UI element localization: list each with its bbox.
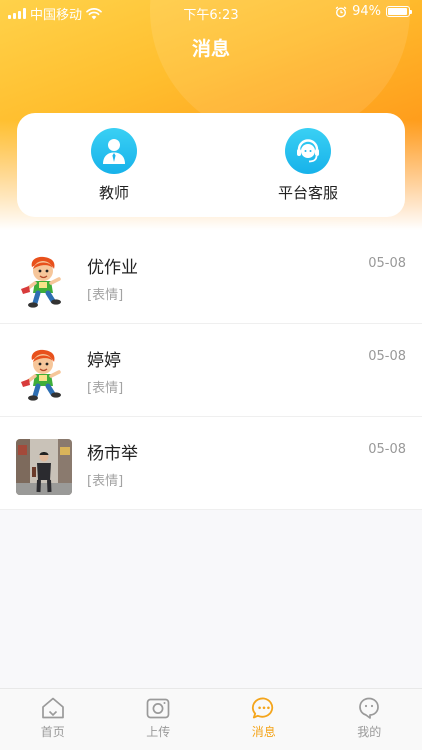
customer-service-label: 平台客服 [277, 183, 338, 202]
message-bubble-icon [251, 697, 273, 719]
cartoon-boy-avatar [16, 253, 72, 309]
page-title: 消息 [191, 38, 230, 60]
conversation-preview: [表情] [87, 474, 124, 489]
camera-icon [146, 698, 170, 719]
quick-actions-card: 教师 平台客服 [17, 113, 405, 217]
tab-upload-label: 上传 [146, 725, 171, 739]
teacher-person-icon [91, 127, 137, 174]
conversation-date: 05-08 [368, 349, 406, 364]
tab-upload[interactable]: 上传 [106, 689, 212, 750]
conversation-name: 优作业 [87, 258, 138, 278]
alarm-clock-icon [335, 6, 347, 18]
conversation-date: 05-08 [368, 256, 406, 271]
battery-level-fill [388, 8, 407, 15]
battery-icon [386, 6, 412, 17]
conversation-preview: [表情] [87, 288, 124, 303]
tab-home[interactable]: 首页 [0, 689, 106, 750]
home-icon [41, 697, 64, 719]
tab-profile[interactable]: 我的 [317, 689, 422, 750]
profile-face-icon [359, 697, 380, 719]
tab-profile-label: 我的 [357, 725, 382, 739]
tab-home-label: 首页 [40, 725, 65, 739]
cartoon-boy-avatar [16, 346, 72, 402]
tab-messages[interactable]: 消息 [211, 689, 317, 750]
teacher-label: 教师 [98, 183, 129, 202]
conversation-preview: [表情] [87, 381, 124, 396]
conversation-list: 优作业 [表情] 05-08 婷婷 [表情] 05-08 杨市举 [表情] 05… [0, 231, 422, 510]
conversation-name: 婷婷 [87, 351, 121, 371]
conversation-row-2[interactable]: 杨市举 [表情] 05-08 [0, 417, 422, 510]
teacher-button[interactable]: 教师 [44, 127, 184, 203]
empty-list-area [0, 510, 422, 688]
conversation-name: 杨市举 [87, 444, 138, 464]
tab-bar: 首页 上传 消息 我的 [0, 688, 422, 750]
conversation-date: 05-08 [368, 442, 406, 457]
customer-service-headset-icon [285, 127, 331, 174]
customer-service-button[interactable]: 平台客服 [238, 127, 378, 203]
battery-percent: 94% [352, 4, 381, 19]
street-photo-avatar [16, 439, 72, 495]
conversation-row-1[interactable]: 婷婷 [表情] 05-08 [0, 324, 422, 417]
conversation-row-0[interactable]: 优作业 [表情] 05-08 [0, 231, 422, 324]
status-bar: 中国移动 下午6:23 94% [0, 0, 422, 24]
tab-messages-label: 消息 [251, 725, 276, 739]
